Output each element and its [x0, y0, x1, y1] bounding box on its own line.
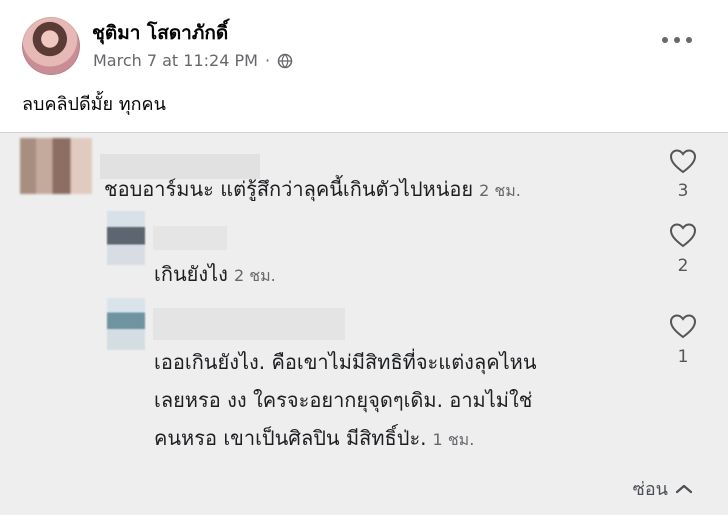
comment-text: คนหรอ เขาเป็นศิลปิน มีสิทธิ์ป่ะ. — [154, 426, 427, 450]
globe-icon — [277, 53, 293, 68]
heart-outline-icon[interactable] — [668, 220, 698, 250]
post-caption: ลบคลิปดีมั้ย ทุกคน — [22, 94, 166, 115]
post-header: ชุติมา โสดาภักดิ์ March 7 at 11:24 PM · … — [0, 0, 728, 132]
author-name[interactable]: ชุติมา โสดาภักดิ์ — [92, 18, 228, 48]
comment-body: เกินยังไง 2 ชม. — [154, 255, 276, 295]
post-meta: March 7 at 11:24 PM · — [93, 51, 293, 70]
comment-line-last: คนหรอ เขาเป็นศิลปิน มีสิทธิ์ป่ะ. 1 ชม. — [154, 419, 537, 459]
blurred-name — [153, 308, 345, 340]
hide-label: ซ่อน — [632, 479, 668, 500]
avatar[interactable] — [22, 17, 80, 75]
comment-thread: ชอบอาร์มนะ แต่รู้สึกว่าลุคนี้เกินตัวไปหน… — [0, 132, 728, 515]
separator: · — [264, 51, 271, 70]
more-dot-icon — [662, 37, 668, 43]
more-options-icon[interactable] — [662, 35, 692, 45]
post-date[interactable]: March 7 at 11:24 PM — [93, 51, 258, 70]
comment-body: ชอบอาร์มนะ แต่รู้สึกว่าลุคนี้เกินตัวไปหน… — [104, 170, 521, 210]
blurred-name — [153, 226, 227, 250]
comment-line: เลยหรอ งง ใครจะอยากยุจุดๆเดิม. อามไม่ใช่ — [154, 388, 533, 412]
blurred-avatar — [107, 298, 145, 350]
blurred-avatar — [20, 138, 92, 194]
comment-time[interactable]: 2 ชม. — [234, 266, 276, 285]
chevron-up-icon — [675, 484, 693, 493]
comment-text: เกินยังไง — [154, 262, 228, 286]
comment-body: เออเกินยังไง. คือเขาไม่มีสิทธิที่จะแต่งล… — [154, 343, 537, 459]
hide-replies-button[interactable]: ซ่อน — [633, 474, 694, 503]
comment-time[interactable]: 2 ชม. — [479, 181, 521, 200]
more-dot-icon — [686, 37, 692, 43]
comment-line: เออเกินยังไง. คือเขาไม่มีสิทธิที่จะแต่งล… — [154, 350, 537, 374]
heart-outline-icon[interactable] — [668, 146, 698, 176]
like-count: 1 — [677, 347, 689, 367]
like-count: 3 — [677, 181, 689, 201]
heart-outline-icon[interactable] — [668, 311, 698, 341]
more-dot-icon — [674, 37, 680, 43]
like-count: 2 — [677, 256, 689, 276]
comment-time[interactable]: 1 ชม. — [433, 430, 475, 449]
comment-text: ชอบอาร์มนะ แต่รู้สึกว่าลุคนี้เกินตัวไปหน… — [104, 177, 474, 201]
blurred-avatar — [107, 211, 145, 265]
